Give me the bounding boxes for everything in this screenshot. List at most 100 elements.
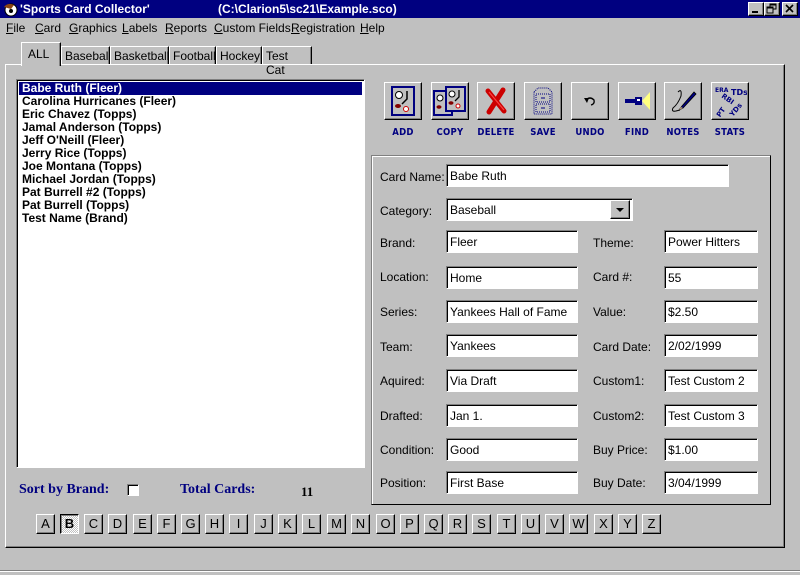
letter-button-o[interactable]: O <box>376 514 395 534</box>
letter-button-e[interactable]: E <box>133 514 152 534</box>
find-label: FIND <box>624 127 650 138</box>
brand-input[interactable]: Fleer <box>446 230 578 253</box>
letter-button-r[interactable]: R <box>448 514 467 534</box>
buy-date-input[interactable]: 3/04/1999 <box>664 471 758 494</box>
stats-label: STATS <box>714 127 746 138</box>
letter-button-z[interactable]: Z <box>642 514 661 534</box>
category-dropdown-button[interactable] <box>610 200 630 219</box>
menu-file[interactable]: File <box>6 21 25 35</box>
tab-football[interactable]: Football <box>169 46 216 65</box>
menu-help[interactable]: Help <box>360 21 385 35</box>
letter-button-m[interactable]: M <box>327 514 346 534</box>
letter-button-d[interactable]: D <box>108 514 127 534</box>
add-label: ADD <box>392 127 414 138</box>
card-date-label: Card Date: <box>593 340 652 354</box>
menu-reports[interactable]: Reports <box>165 21 207 35</box>
save-button[interactable] <box>524 82 562 120</box>
location-input[interactable]: Home <box>446 266 578 289</box>
letter-button-j[interactable]: J <box>254 514 273 534</box>
menu-accel: C <box>214 21 223 35</box>
stats-button[interactable]: ERA TDs RBI PT YDs <box>711 82 749 120</box>
custom2-input[interactable]: Test Custom 3 <box>664 404 758 427</box>
undo-label: UNDO <box>575 127 605 138</box>
letter-button-y[interactable]: Y <box>618 514 637 534</box>
team-label: Team: <box>380 340 413 354</box>
letter-button-f[interactable]: F <box>157 514 176 534</box>
minimize-icon <box>752 11 758 13</box>
menu-custom-fields[interactable]: Custom Fields <box>214 21 291 35</box>
undo-button[interactable] <box>571 82 609 120</box>
red-x-icon <box>485 87 507 115</box>
drafted-input[interactable]: Jan 1. <box>446 404 578 427</box>
notes-label: NOTES <box>666 127 700 138</box>
letter-button-n[interactable]: N <box>351 514 370 534</box>
sort-by-brand-checkbox[interactable] <box>127 484 139 496</box>
letter-button-p[interactable]: P <box>400 514 419 534</box>
delete-button[interactable] <box>477 82 515 120</box>
letter-button-c[interactable]: C <box>84 514 103 534</box>
letter-button-x[interactable]: X <box>594 514 613 534</box>
tab-test-cat[interactable]: Test Cat <box>262 46 312 77</box>
condition-input[interactable]: Good <box>446 438 578 461</box>
custom1-input[interactable]: Test Custom 2 <box>664 369 758 392</box>
letter-button-s[interactable]: S <box>472 514 491 534</box>
card-listbox[interactable]: Babe Ruth (Fleer) Carolina Hurricanes (Fl… <box>16 79 365 468</box>
card-name-input[interactable]: Babe Ruth <box>446 164 729 187</box>
buy-date-label: Buy Date: <box>593 476 646 490</box>
flashlight-icon <box>625 92 650 110</box>
menu-labels[interactable]: Labels <box>122 21 157 35</box>
aquired-input[interactable]: Via Draft <box>446 369 578 392</box>
status-divider <box>0 570 800 572</box>
tab-baseball[interactable]: Baseball <box>61 46 111 65</box>
add-button[interactable] <box>384 82 422 120</box>
menu-label: ile <box>13 21 26 35</box>
close-button[interactable] <box>782 2 798 16</box>
letter-button-h[interactable]: H <box>205 514 224 534</box>
letter-button-b[interactable]: B <box>60 514 79 534</box>
position-input[interactable]: First Base <box>446 471 578 494</box>
card-icon <box>391 86 415 116</box>
letter-button-k[interactable]: K <box>278 514 297 534</box>
tab-basketball[interactable]: Basketball <box>110 46 169 65</box>
restore-button[interactable] <box>764 2 780 16</box>
letter-button-w[interactable]: W <box>569 514 588 534</box>
buy-price-label: Buy Price: <box>593 443 648 457</box>
copy-button[interactable] <box>431 82 469 120</box>
letter-button-g[interactable]: G <box>181 514 200 534</box>
tab-hockey[interactable]: Hockey <box>216 46 262 65</box>
letter-button-a[interactable]: A <box>36 514 55 534</box>
title-bar: 'Sports Card Collector' (C:\Clarion5\sc2… <box>0 0 800 18</box>
letter-button-q[interactable]: Q <box>424 514 443 534</box>
card-list-item[interactable]: Test Name (Brand) <box>19 212 362 225</box>
menu-label: ustom Fields <box>222 21 291 35</box>
position-label: Position: <box>380 476 427 490</box>
menu-accel: L <box>122 21 129 35</box>
menu-label: eports <box>173 21 208 35</box>
value-input[interactable]: $2.50 <box>664 300 758 323</box>
letter-button-u[interactable]: U <box>521 514 540 534</box>
card-number-input[interactable]: 55 <box>664 266 758 289</box>
brand-label: Brand: <box>380 236 416 250</box>
menu-label: elp <box>368 21 385 35</box>
total-cards-label: Total Cards: <box>180 482 256 497</box>
letter-button-t[interactable]: T <box>497 514 516 534</box>
minimize-button[interactable] <box>748 2 764 16</box>
buy-price-input[interactable]: $1.00 <box>664 438 758 461</box>
location-label: Location: <box>380 270 429 284</box>
team-input[interactable]: Yankees <box>446 334 578 357</box>
card-number-label: Card #: <box>593 270 633 284</box>
find-button[interactable] <box>618 82 656 120</box>
menu-registration[interactable]: Registration <box>291 21 355 35</box>
menu-label: egistration <box>299 21 356 35</box>
letter-button-i[interactable]: I <box>229 514 248 534</box>
letter-button-v[interactable]: V <box>545 514 564 534</box>
menu-graphics[interactable]: Graphics <box>69 21 117 35</box>
theme-input[interactable]: Power Hitters <box>664 230 758 253</box>
letter-button-l[interactable]: L <box>302 514 321 534</box>
series-input[interactable]: Yankees Hall of Fame <box>446 300 578 323</box>
card-date-input[interactable]: 2/02/1999 <box>664 334 758 357</box>
category-select[interactable]: Baseball <box>446 198 633 221</box>
notes-button[interactable] <box>664 82 702 120</box>
tab-all[interactable]: ALL <box>21 42 61 66</box>
menu-card[interactable]: Card <box>35 21 61 35</box>
